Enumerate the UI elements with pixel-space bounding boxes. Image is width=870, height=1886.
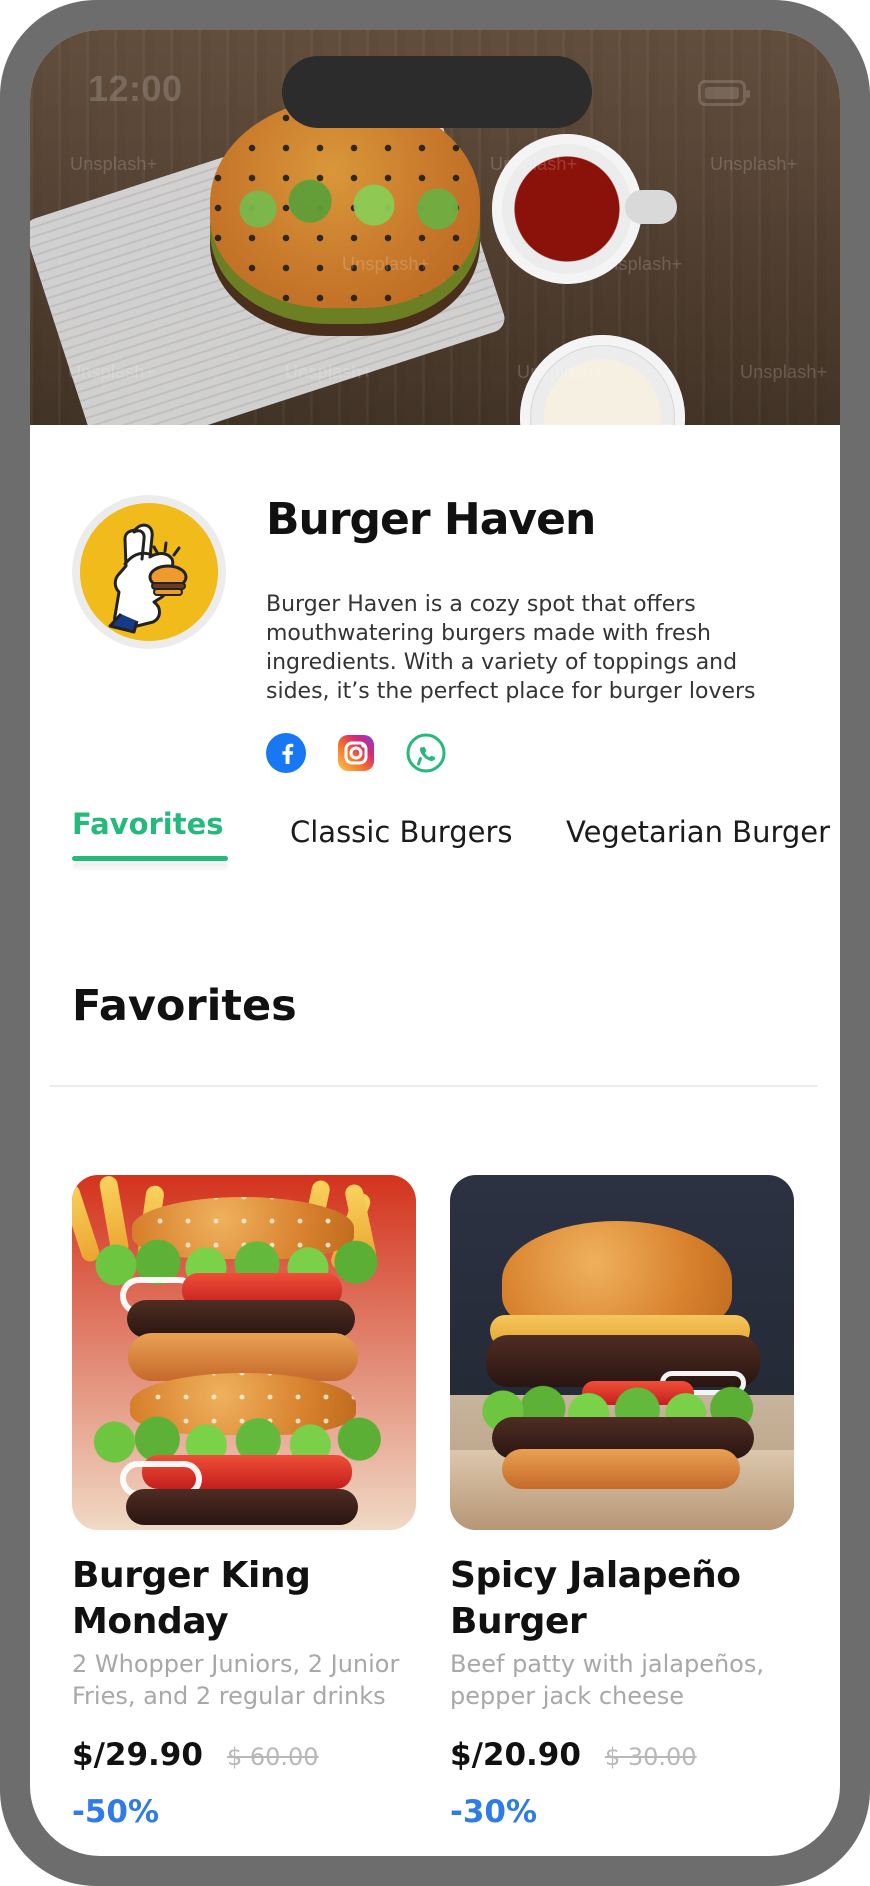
product-old-price: $ 60.00 bbox=[226, 1743, 319, 1771]
tab-favorites[interactable]: Favorites bbox=[72, 810, 224, 839]
hero-watermark: Unsplash+ bbox=[68, 362, 156, 382]
burger-bottom-bun bbox=[502, 1449, 740, 1489]
instagram-icon bbox=[338, 735, 374, 771]
instagram-link[interactable] bbox=[336, 733, 376, 773]
product-description: Beef patty with jalapeños, pepper jack c… bbox=[450, 1650, 764, 1710]
price-row: $/29.90 $ 60.00 bbox=[72, 1740, 319, 1771]
active-tab-shadow bbox=[72, 862, 228, 872]
hero-watermark: Unsplash+ bbox=[517, 362, 605, 382]
product-name: Burger King Monday bbox=[72, 1555, 311, 1642]
app-screen: 12:00 Unsplash+ Unsplash+ Unsplash+ Unsp… bbox=[30, 30, 840, 1856]
facebook-icon bbox=[266, 733, 306, 773]
price-row: $/20.90 $ 30.00 bbox=[450, 1740, 697, 1771]
product-old-price: $ 30.00 bbox=[604, 1743, 697, 1771]
whatsapp-link[interactable] bbox=[406, 733, 446, 773]
facebook-link[interactable] bbox=[266, 733, 306, 773]
tab-classic-burgers[interactable]: Classic Burgers bbox=[290, 818, 512, 847]
section-title: Favorites bbox=[72, 981, 297, 1031]
hero-watermark: Unsplash+ bbox=[285, 362, 373, 382]
phone-frame: 12:00 Unsplash+ Unsplash+ Unsplash+ Unsp… bbox=[0, 0, 870, 1886]
battery-fill bbox=[705, 87, 739, 99]
ketchup-cup-handle bbox=[625, 190, 677, 224]
battery-icon bbox=[698, 80, 750, 106]
device-notch bbox=[282, 56, 592, 128]
whatsapp-icon bbox=[406, 733, 446, 773]
product-price: $/20.90 bbox=[450, 1737, 581, 1773]
hero-watermark: Unsplash+ bbox=[342, 254, 430, 274]
hero-watermark: Unsplash+ bbox=[710, 154, 798, 174]
product-card[interactable]: Burger King Monday 2 Whopper Juniors, 2 … bbox=[72, 1175, 416, 1828]
product-image-burger-king-monday bbox=[72, 1175, 416, 1530]
hero-watermark: Unsplash+ bbox=[490, 154, 578, 174]
hero-image: 12:00 Unsplash+ Unsplash+ Unsplash+ Unsp… bbox=[30, 30, 840, 425]
product-description: 2 Whopper Juniors, 2 Junior Fries, and 2… bbox=[72, 1650, 400, 1710]
burger-hand-logo-art bbox=[80, 503, 218, 641]
discount-label: -50% bbox=[72, 1794, 160, 1830]
restaurant-logo bbox=[72, 495, 226, 649]
discount-label: -30% bbox=[450, 1794, 538, 1830]
active-tab-underline bbox=[72, 856, 228, 861]
restaurant-name: Burger Haven bbox=[266, 494, 596, 545]
product-grid: Burger King Monday 2 Whopper Juniors, 2 … bbox=[72, 1175, 798, 1828]
hero-watermark: Unsplash+ bbox=[70, 154, 158, 174]
status-time: 12:00 bbox=[88, 68, 183, 109]
tab-vegetarian-burger[interactable]: Vegetarian Burger bbox=[566, 818, 830, 847]
category-tabs: Favorites Classic Burgers Vegetarian Bur… bbox=[72, 810, 840, 880]
social-links bbox=[266, 733, 446, 773]
section-divider bbox=[50, 1085, 818, 1087]
hero-watermark: Unsplash+ bbox=[595, 254, 683, 274]
hero-burger-lettuce bbox=[200, 170, 490, 248]
burger-hand-logo-icon bbox=[80, 503, 218, 641]
burger-patty bbox=[126, 1489, 358, 1525]
product-name: Spicy Jalapeño Burger bbox=[450, 1555, 741, 1642]
product-image-spicy-jalapeno-burger bbox=[450, 1175, 794, 1530]
product-price: $/29.90 bbox=[72, 1737, 203, 1773]
restaurant-header: Burger Haven Burger Haven is a cozy spot… bbox=[72, 494, 792, 773]
product-card[interactable]: Spicy Jalapeño Burger Beef patty with ja… bbox=[450, 1175, 794, 1828]
restaurant-description: Burger Haven is a cozy spot that offers … bbox=[266, 592, 756, 704]
hero-watermark: Unsplash+ bbox=[740, 362, 828, 382]
